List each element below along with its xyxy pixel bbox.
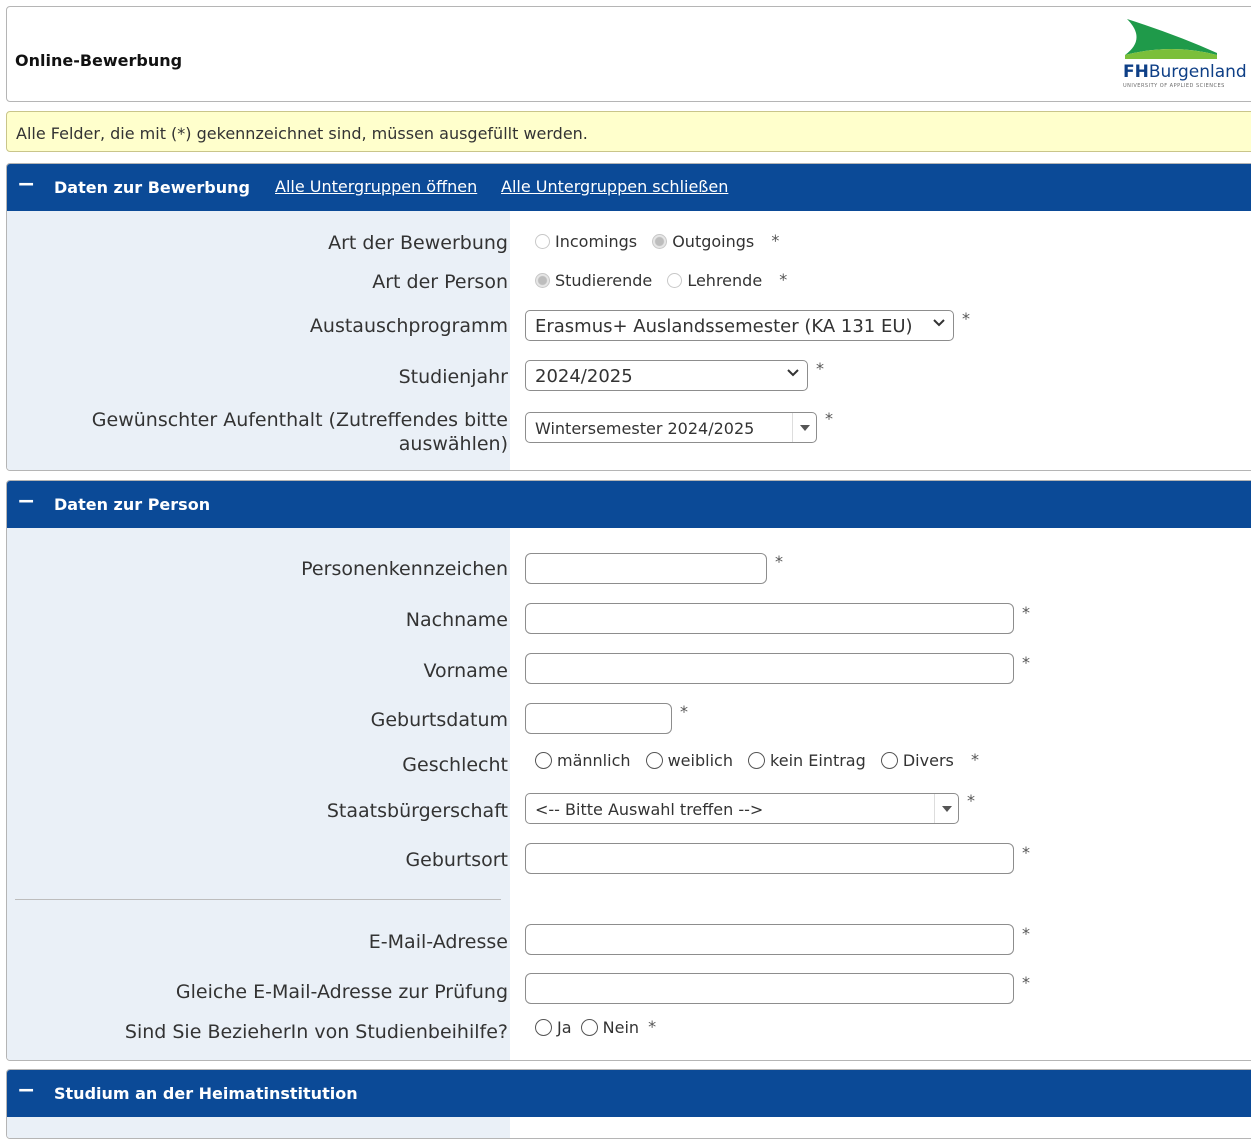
section-header-heimatinstitution: − Studium an der Heimatinstitution bbox=[7, 1070, 1251, 1117]
geburtsdatum-input[interactable] bbox=[525, 703, 672, 734]
label-gewuenschter-aufenthalt: Gewünschter Aufenthalt (Zutreffendes bit… bbox=[91, 409, 508, 455]
section-heimatinstitution: − Studium an der Heimatinstitution bbox=[6, 1069, 1251, 1139]
section-title: Studium an der Heimatinstitution bbox=[54, 1084, 358, 1103]
collapse-icon[interactable]: − bbox=[17, 489, 35, 514]
required-fields-notice: Alle Felder, die mit (*) gekennzeichnet … bbox=[6, 111, 1251, 152]
label-column bbox=[7, 1117, 510, 1138]
label-studienjahr: Studienjahr bbox=[398, 366, 508, 388]
section-body bbox=[7, 1117, 1251, 1138]
section-header-bewerbung: − Daten zur Bewerbung Alle Untergruppen … bbox=[7, 164, 1251, 211]
label-vorname: Vorname bbox=[423, 660, 508, 682]
radio-outgoings[interactable] bbox=[652, 234, 668, 249]
nachname-input[interactable] bbox=[525, 603, 1014, 634]
radio-maennlich[interactable] bbox=[535, 752, 552, 769]
label-email-check: Gleiche E-Mail-Adresse zur Prüfung bbox=[175, 981, 508, 1003]
required-star: * bbox=[967, 791, 975, 810]
select-value: <-- Bitte Auswahl treffen --> bbox=[535, 800, 764, 819]
studienjahr-select[interactable]: 2024/2025 bbox=[525, 360, 808, 391]
label-austauschprogramm: Austauschprogramm bbox=[309, 315, 508, 337]
required-star: * bbox=[825, 409, 833, 428]
required-star: * bbox=[970, 750, 979, 769]
radio-incomings[interactable] bbox=[535, 234, 550, 249]
dropdown-arrow-icon bbox=[934, 794, 958, 823]
open-all-subgroups-link[interactable]: Alle Untergruppen öffnen bbox=[275, 177, 477, 196]
label-studienbeihilfe: Sind Sie BezieherIn von Studienbeihilfe? bbox=[124, 1021, 508, 1043]
required-star: * bbox=[1022, 653, 1030, 672]
logo-swoosh-icon bbox=[1125, 19, 1217, 59]
label-art-der-bewerbung: Art der Bewerbung bbox=[328, 232, 508, 254]
page-title: Online-Bewerbung bbox=[15, 51, 183, 70]
radio-studierende[interactable] bbox=[535, 273, 550, 288]
email-input[interactable] bbox=[525, 924, 1014, 955]
section-body: Personenkennzeichen * Nachname * Vorname… bbox=[7, 528, 1251, 1060]
required-star: * bbox=[680, 702, 688, 721]
vorname-input[interactable] bbox=[525, 653, 1014, 684]
radio-weiblich[interactable] bbox=[645, 752, 663, 769]
required-star: * bbox=[1022, 924, 1030, 943]
radio-group-art-der-person: Studierende Lehrende * bbox=[535, 270, 787, 290]
logo-wordmark: FHBurgenland bbox=[1123, 62, 1247, 82]
radio-kein-eintrag[interactable] bbox=[748, 752, 766, 769]
label-staatsbuergerschaft: Staatsbürgerschaft bbox=[326, 800, 508, 822]
section-header-person: − Daten zur Person bbox=[7, 481, 1251, 528]
section-person: − Daten zur Person Personenkennzeichen *… bbox=[6, 480, 1251, 1061]
collapse-icon[interactable]: − bbox=[17, 1078, 35, 1103]
required-star: * bbox=[1022, 973, 1030, 992]
select-value: Wintersemester 2024/2025 bbox=[535, 419, 755, 438]
radio-group-art-der-bewerbung: Incomings Outgoings * bbox=[535, 231, 779, 251]
radio-nein[interactable] bbox=[580, 1019, 598, 1036]
required-star: * bbox=[648, 1017, 657, 1036]
chevron-down-icon bbox=[933, 319, 945, 327]
radio-divers[interactable] bbox=[880, 752, 898, 769]
section-bewerbung: − Daten zur Bewerbung Alle Untergruppen … bbox=[6, 163, 1251, 471]
required-star: * bbox=[1022, 843, 1030, 862]
radio-lehrende[interactable] bbox=[667, 273, 683, 288]
section-title: Daten zur Bewerbung bbox=[54, 178, 250, 197]
aufenthalt-select[interactable]: Wintersemester 2024/2025 bbox=[525, 412, 817, 443]
required-star: * bbox=[1022, 603, 1030, 622]
fh-burgenland-logo: FHBurgenland UNIVERSITY OF APPLIED SCIEN… bbox=[1117, 15, 1251, 95]
label-geschlecht: Geschlecht bbox=[402, 754, 508, 776]
radio-ja[interactable] bbox=[535, 1019, 552, 1036]
label-geburtsort: Geburtsort bbox=[405, 849, 508, 871]
form-divider bbox=[15, 899, 501, 900]
personenkennzeichen-input[interactable] bbox=[525, 553, 767, 584]
collapse-icon[interactable]: − bbox=[17, 172, 35, 197]
austauschprogramm-select[interactable]: Erasmus+ Auslandssemester (KA 131 EU) bbox=[525, 310, 954, 341]
geburtsort-input[interactable] bbox=[525, 843, 1014, 874]
required-star: * bbox=[775, 552, 783, 571]
required-star: * bbox=[779, 270, 788, 289]
staatsbuergerschaft-select[interactable]: <-- Bitte Auswahl treffen --> bbox=[525, 793, 959, 824]
label-email: E-Mail-Adresse bbox=[368, 931, 508, 953]
select-value: 2024/2025 bbox=[535, 366, 633, 387]
section-body: Art der Bewerbung Incomings Outgoings * … bbox=[7, 211, 1251, 470]
close-all-subgroups-link[interactable]: Alle Untergruppen schließen bbox=[501, 177, 728, 196]
label-nachname: Nachname bbox=[405, 609, 508, 631]
required-star: * bbox=[962, 309, 970, 328]
required-star: * bbox=[771, 231, 780, 250]
email-check-input[interactable] bbox=[525, 973, 1014, 1004]
page-header: Online-Bewerbung FHBurgenland UNIVERSITY… bbox=[6, 6, 1251, 102]
label-geburtsdatum: Geburtsdatum bbox=[370, 709, 508, 731]
section-title: Daten zur Person bbox=[54, 495, 211, 514]
select-value: Erasmus+ Auslandssemester (KA 131 EU) bbox=[535, 316, 913, 337]
radio-group-geschlecht: männlich weiblich kein Eintrag Divers * bbox=[535, 750, 979, 770]
logo-tagline: UNIVERSITY OF APPLIED SCIENCES bbox=[1123, 83, 1225, 89]
radio-group-studienbeihilfe: Ja Nein * bbox=[535, 1017, 656, 1037]
label-art-der-person: Art der Person bbox=[372, 271, 508, 293]
chevron-down-icon bbox=[787, 369, 799, 377]
dropdown-arrow-icon bbox=[792, 413, 816, 442]
label-personenkennzeichen: Personenkennzeichen bbox=[301, 558, 508, 580]
required-star: * bbox=[816, 359, 824, 378]
